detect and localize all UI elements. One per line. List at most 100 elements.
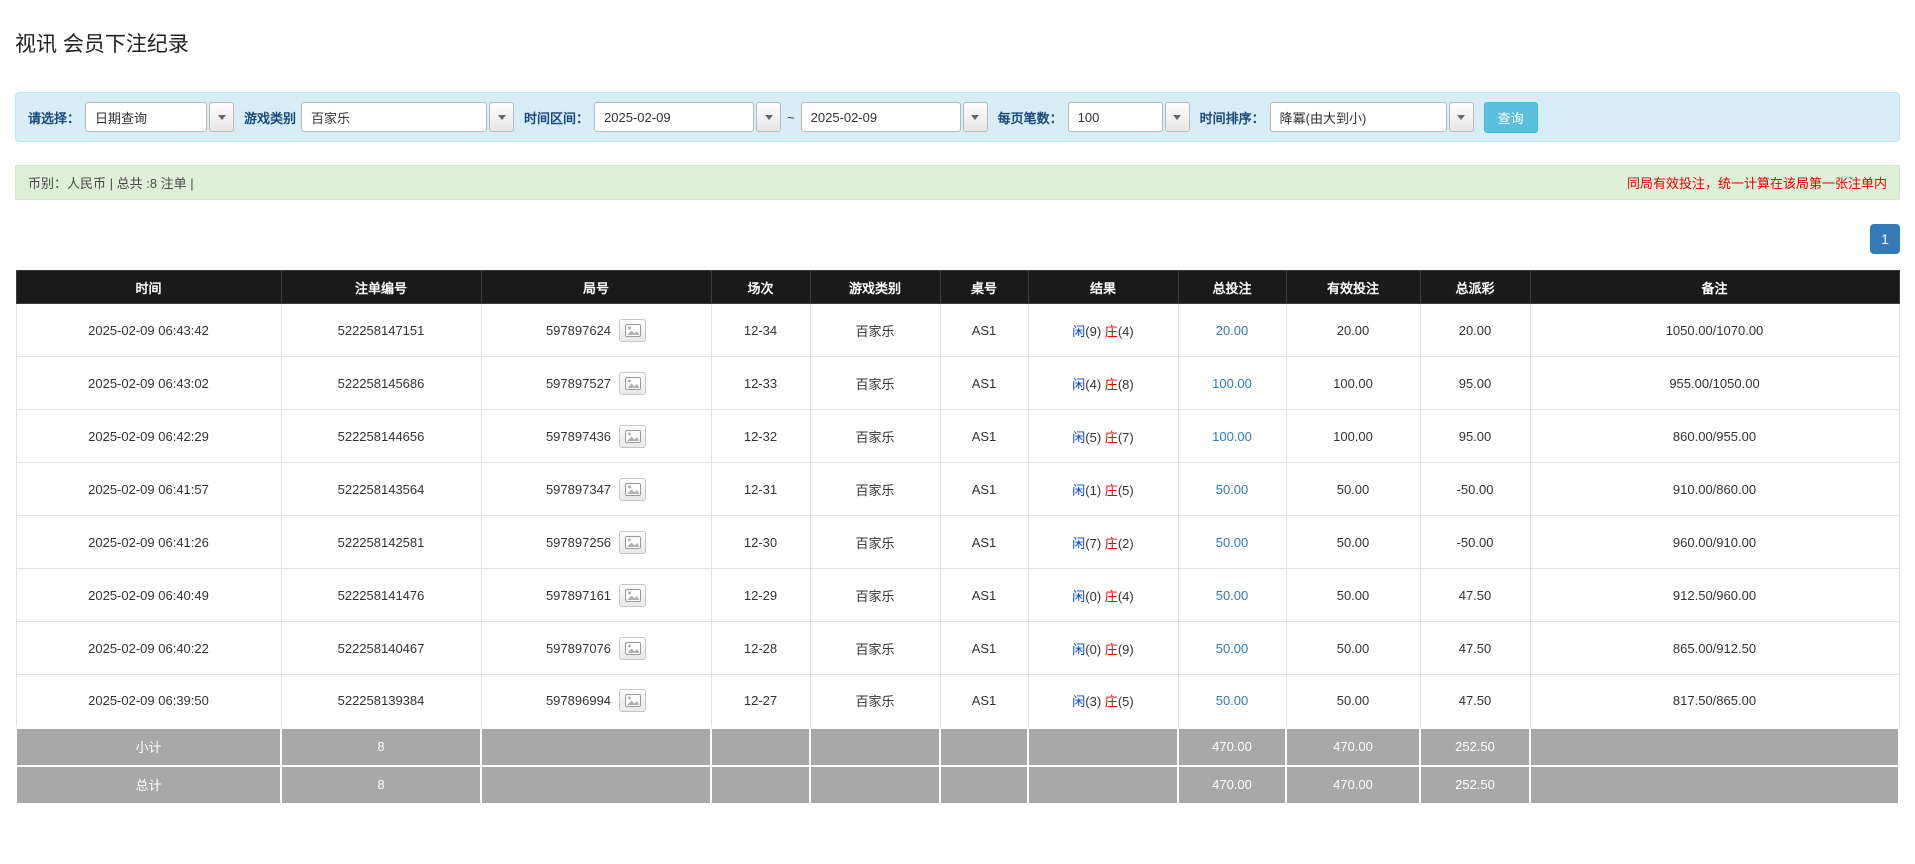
- round-id-text: 597897624: [546, 323, 611, 338]
- cell-remark: 1050.00/1070.00: [1530, 304, 1899, 357]
- table-row: 2025-02-09 06:43:02522258145686 597897527…: [16, 357, 1899, 410]
- cell-valid-bet: 50.00: [1286, 675, 1420, 728]
- total-bet-link[interactable]: 100.00: [1212, 376, 1252, 391]
- column-header: 场次: [711, 271, 810, 304]
- table-body: 2025-02-09 06:43:42522258147151597897624…: [16, 304, 1899, 728]
- cell-table-no: AS1: [940, 569, 1028, 622]
- roadmap-icon-button[interactable]: [619, 372, 646, 395]
- time-sort-dropdown-button[interactable]: [1449, 102, 1474, 132]
- date-to-input[interactable]: [801, 102, 961, 132]
- cell-bet-id: 522258145686: [281, 357, 481, 410]
- cell-time: 2025-02-09 06:42:29: [16, 410, 281, 463]
- cell-result: 闲(0) 庄(4): [1028, 569, 1178, 622]
- total-bet-link[interactable]: 50.00: [1216, 693, 1249, 708]
- cell-valid-bet: 20.00: [1286, 304, 1420, 357]
- chevron-down-icon: [1173, 115, 1181, 120]
- result-player-points: (1): [1085, 483, 1105, 498]
- cell-total-bet: 100.00: [1178, 357, 1286, 410]
- result-banker-points: (4): [1118, 324, 1134, 339]
- cell-bet-id: 522258139384: [281, 675, 481, 728]
- page: 视讯 会员下注纪录 请选择： 游戏类别 时间区间： ~ 每页笔数： 时间排序：: [0, 28, 1915, 805]
- total-bet-link[interactable]: 100.00: [1212, 429, 1252, 444]
- game-type-dropdown-button[interactable]: [489, 102, 514, 132]
- cell-remark: 860.00/955.00: [1530, 410, 1899, 463]
- roadmap-icon-button[interactable]: [619, 637, 646, 660]
- cell-total-bet: 50.00: [1178, 463, 1286, 516]
- total-bet-link[interactable]: 50.00: [1216, 641, 1249, 656]
- total-empty-cell: [481, 766, 711, 804]
- round-id-text: 597897527: [546, 376, 611, 391]
- total-bet-link[interactable]: 20.00: [1216, 323, 1249, 338]
- same-round-notice: 同局有效投注，统一计算在该局第一张注单内: [1627, 173, 1887, 192]
- page-size-dropdown-button[interactable]: [1165, 102, 1190, 132]
- date-from-dropdown-button[interactable]: [756, 102, 781, 132]
- time-sort-input[interactable]: [1270, 102, 1447, 132]
- total-bet-link[interactable]: 50.00: [1216, 588, 1249, 603]
- round-id-wrap: 597897076: [546, 637, 646, 660]
- page-1-button[interactable]: 1: [1870, 224, 1900, 254]
- total-empty-cell: [1028, 766, 1178, 804]
- subtotal-label: 小计: [16, 728, 281, 766]
- roadmap-icon-button[interactable]: [619, 319, 646, 342]
- round-id-wrap: 597897347: [546, 478, 646, 501]
- cell-game-type: 百家乐: [810, 516, 940, 569]
- game-type-input[interactable]: [301, 102, 487, 132]
- total-bet-link[interactable]: 50.00: [1216, 482, 1249, 497]
- cell-total-bet: 50.00: [1178, 622, 1286, 675]
- cell-remark: 955.00/1050.00: [1530, 357, 1899, 410]
- roadmap-icon: [625, 694, 641, 707]
- result-player-label: 闲: [1072, 377, 1085, 392]
- roadmap-icon-button[interactable]: [619, 478, 646, 501]
- cell-round-id: 597897347: [481, 463, 711, 516]
- cell-game-type: 百家乐: [810, 304, 940, 357]
- round-id-wrap: 597897256: [546, 531, 646, 554]
- cell-valid-bet: 50.00: [1286, 463, 1420, 516]
- roadmap-icon: [625, 536, 641, 549]
- query-type-label: 请选择：: [28, 108, 80, 127]
- cell-valid-bet: 50.00: [1286, 516, 1420, 569]
- date-to-combobox: [801, 102, 988, 132]
- search-button[interactable]: 查询: [1484, 102, 1538, 133]
- round-id-wrap: 597897436: [546, 425, 646, 448]
- cell-game-type: 百家乐: [810, 357, 940, 410]
- roadmap-icon: [625, 483, 641, 496]
- roadmap-icon-button[interactable]: [619, 531, 646, 554]
- result-player-points: (0): [1085, 589, 1105, 604]
- page-size-combobox: [1068, 102, 1190, 132]
- result-banker-label: 庄: [1105, 324, 1118, 339]
- roadmap-icon-button[interactable]: [619, 425, 646, 448]
- date-to-dropdown-button[interactable]: [963, 102, 988, 132]
- cell-game-type: 百家乐: [810, 463, 940, 516]
- result-banker-label: 庄: [1105, 694, 1118, 709]
- filter-bar: 请选择： 游戏类别 时间区间： ~ 每页笔数： 时间排序：: [15, 92, 1900, 142]
- cell-session: 12-29: [711, 569, 810, 622]
- cell-payout: 95.00: [1420, 410, 1530, 463]
- round-id-wrap: 597897527: [546, 372, 646, 395]
- roadmap-icon-button[interactable]: [619, 689, 646, 712]
- query-type-input[interactable]: [85, 102, 207, 132]
- page-size-input[interactable]: [1068, 102, 1163, 132]
- roadmap-icon-button[interactable]: [619, 584, 646, 607]
- chevron-down-icon: [498, 115, 506, 120]
- game-type-label: 游戏类别: [244, 108, 296, 127]
- cell-time: 2025-02-09 06:40:49: [16, 569, 281, 622]
- total-bet-link[interactable]: 50.00: [1216, 535, 1249, 550]
- date-from-input[interactable]: [594, 102, 754, 132]
- chevron-down-icon: [218, 115, 226, 120]
- cell-time: 2025-02-09 06:43:02: [16, 357, 281, 410]
- result-player-label: 闲: [1072, 324, 1085, 339]
- column-header: 时间: [16, 271, 281, 304]
- query-type-dropdown-button[interactable]: [209, 102, 234, 132]
- result-banker-label: 庄: [1105, 483, 1118, 498]
- table-row: 2025-02-09 06:42:29522258144656 597897436…: [16, 410, 1899, 463]
- cell-bet-id: 522258144656: [281, 410, 481, 463]
- cell-payout: 95.00: [1420, 357, 1530, 410]
- result-banker-label: 庄: [1105, 377, 1118, 392]
- result-player-points: (4): [1085, 377, 1105, 392]
- cell-total-bet: 100.00: [1178, 410, 1286, 463]
- total-count: 8: [281, 766, 481, 804]
- result-player-label: 闲: [1072, 430, 1085, 445]
- result-player-label: 闲: [1072, 536, 1085, 551]
- cell-bet-id: 522258147151: [281, 304, 481, 357]
- page-title: 视讯 会员下注纪录: [15, 28, 1900, 58]
